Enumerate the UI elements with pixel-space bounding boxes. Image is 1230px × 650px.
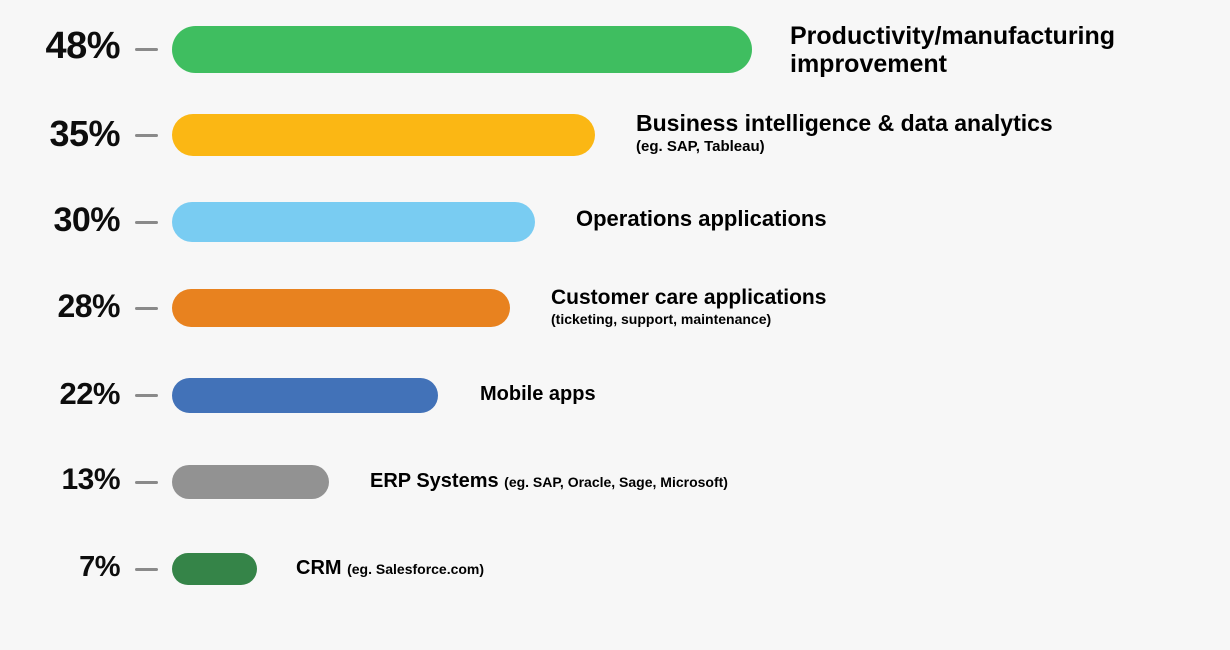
dash-connector-icon — [135, 307, 158, 310]
bar-category-subtitle: (eg. Salesforce.com) — [347, 561, 485, 577]
dash-connector-icon — [135, 134, 158, 137]
bar — [172, 25, 752, 73]
dash-connector-icon — [135, 221, 158, 224]
bar-category-label: Customer care applications (ticketing, su… — [551, 286, 826, 327]
bar-value-label: 28% — [57, 288, 120, 325]
bar-category-title: Customer care applications — [551, 286, 827, 309]
bar-category-title: Mobile apps — [480, 383, 596, 405]
dash-connector-icon — [135, 568, 158, 571]
bar-value-label: 22% — [59, 375, 120, 411]
bar — [172, 465, 329, 499]
bar-category-subtitle: (ticketing, support, maintenance) — [551, 310, 772, 327]
bar-category-title: Operations applications — [576, 206, 827, 231]
dash-connector-icon — [135, 48, 158, 51]
bar-value-label: 13% — [61, 463, 120, 497]
horizontal-bar-chart: 48% Productivity/manufacturing improvement… — [0, 0, 1230, 650]
bar-value-label: 30% — [53, 200, 120, 239]
bar-category-subtitle: (eg. SAP, Oracle, Sage, Microsoft) — [504, 474, 728, 490]
bar — [172, 202, 535, 242]
bar-value-label: 48% — [45, 25, 120, 68]
bar-category-label: Business intelligence & data analytics (e… — [636, 110, 1053, 156]
dash-connector-icon — [135, 394, 158, 397]
bar — [172, 114, 595, 156]
bar-category-label: Productivity/manufacturing improvement — [790, 22, 1115, 78]
bar-category-label: Operations applications — [576, 206, 827, 232]
bar-category-subtitle: (eg. SAP, Tableau) — [636, 137, 765, 155]
bar-value-label: 7% — [79, 551, 120, 584]
bar-category-title: Business intelligence & data analytics — [636, 110, 1053, 136]
bar-category-label: CRM (eg. Salesforce.com) — [296, 557, 484, 579]
bar-category-label: ERP Systems (eg. SAP, Oracle, Sage, Micr… — [370, 470, 728, 492]
dash-connector-icon — [135, 481, 158, 484]
bar — [172, 289, 510, 327]
bar — [172, 553, 257, 585]
bar — [172, 377, 438, 413]
bar-category-title-line2: improvement — [790, 50, 947, 78]
bar-category-title: CRM — [296, 557, 342, 579]
bar-category-title: ERP Systems — [370, 470, 499, 492]
bar-value-label: 35% — [49, 112, 120, 154]
bar-category-label: Mobile apps — [480, 383, 596, 405]
bar-category-title: Productivity/manufacturing — [790, 22, 1116, 50]
